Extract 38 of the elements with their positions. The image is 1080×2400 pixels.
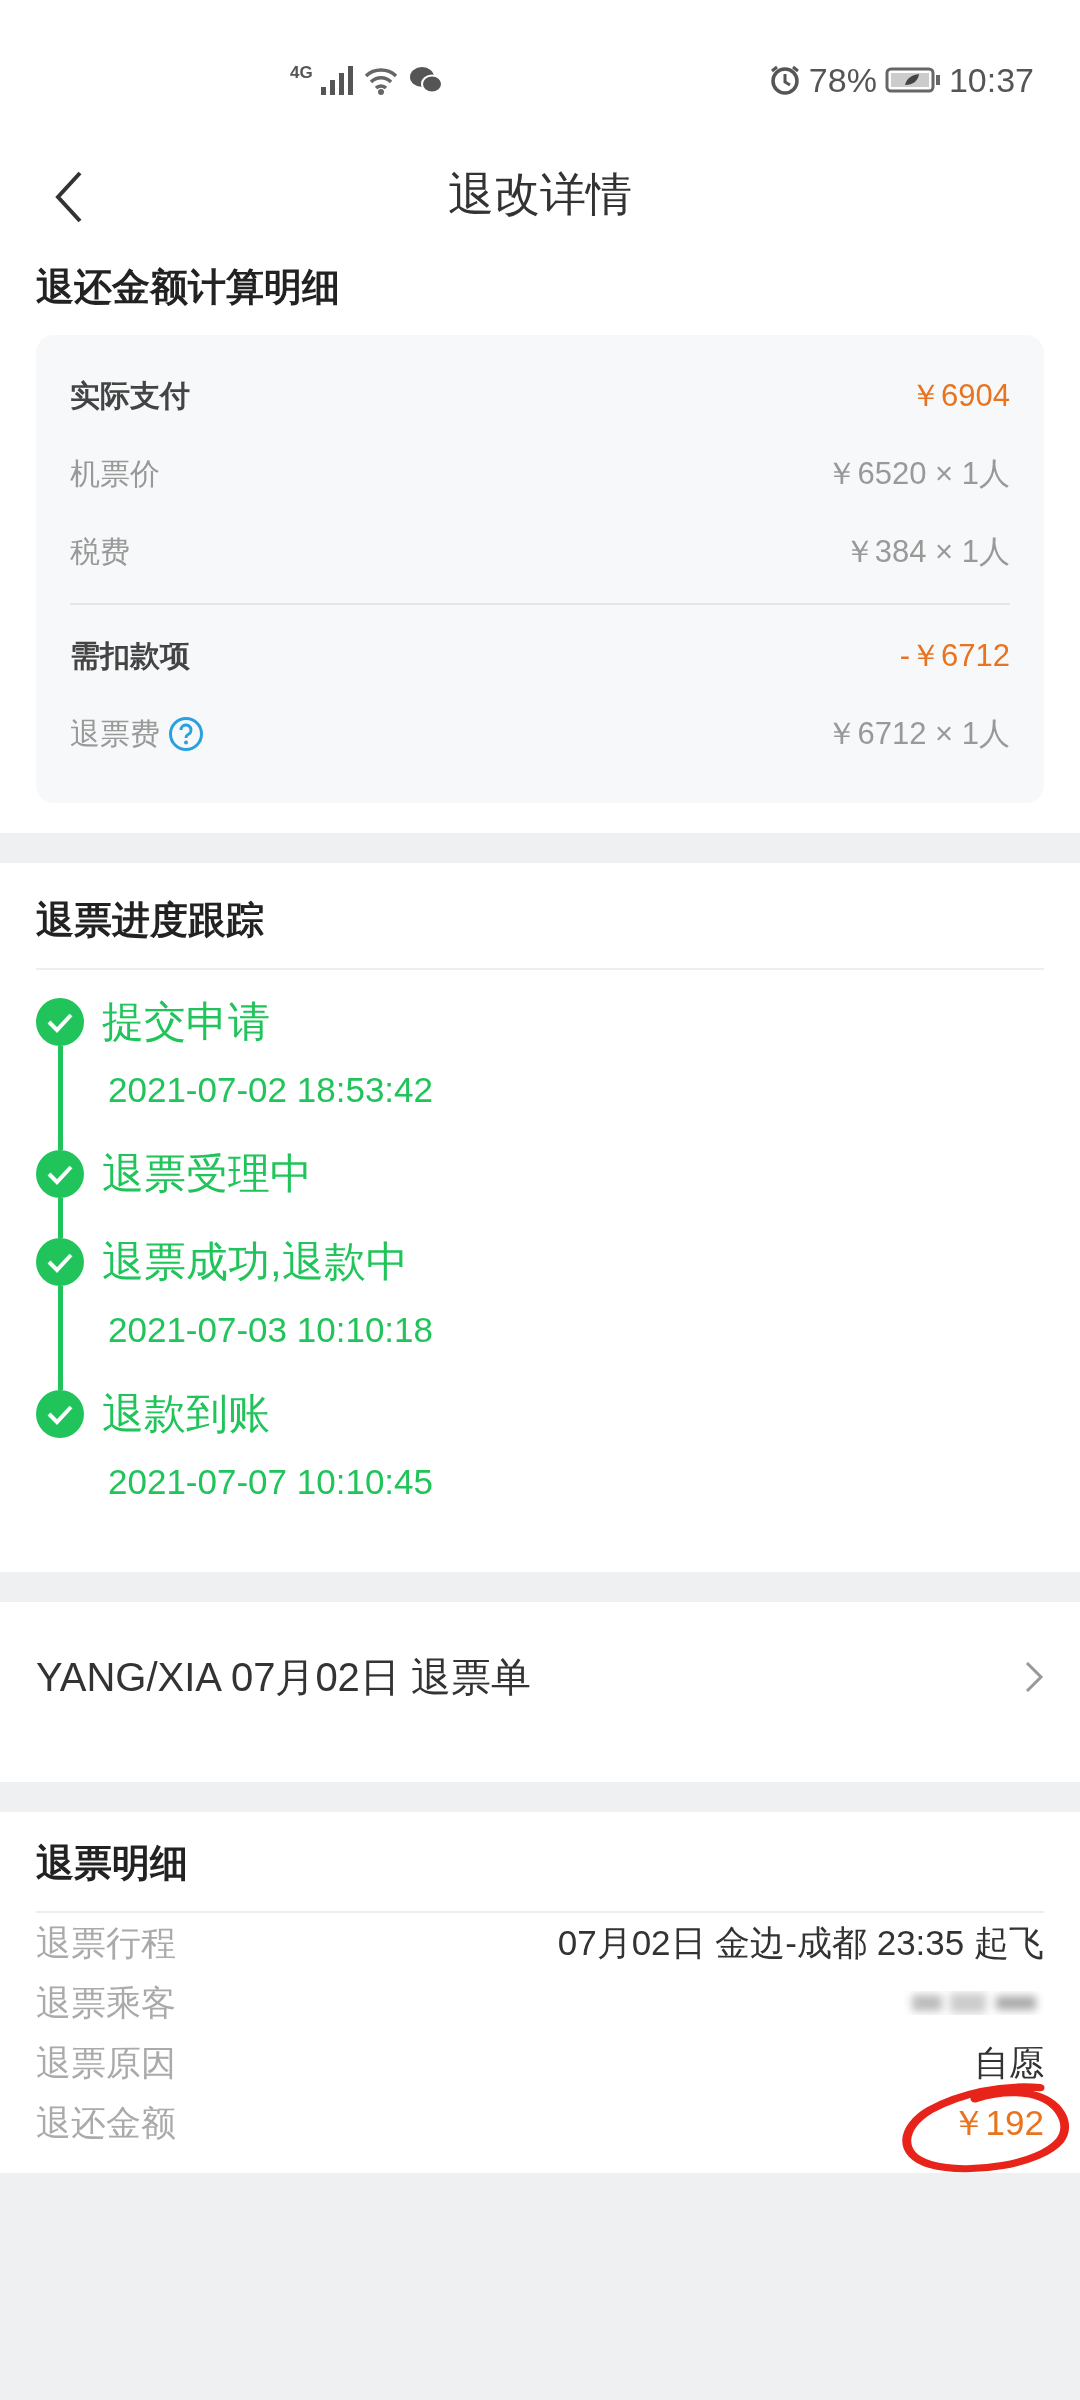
group-label: 需扣款项 — [70, 637, 190, 674]
detail-value: 07月02日 金边-成都 23:35 起飞 — [557, 1921, 1044, 1964]
item-value: ￥6520 × 1人 — [826, 455, 1010, 493]
clock-time: 10:37 — [948, 60, 1034, 100]
timeline-connector — [57, 1198, 63, 1238]
detail-label: 退还金额 — [36, 2101, 176, 2144]
section-title: 退票明细 — [36, 1841, 189, 1886]
battery-icon — [884, 66, 941, 94]
help-icon[interactable] — [168, 716, 204, 752]
section-title: 退还金额计算明细 — [36, 265, 341, 310]
step-title: 提交申请 — [102, 998, 271, 1046]
chevron-right-icon — [1024, 1660, 1044, 1694]
battery-percent: 78% — [808, 60, 877, 100]
item-label: 退票费 — [70, 715, 160, 752]
detail-value: 自愿 — [974, 2041, 1044, 2084]
step-title: 退款到账 — [102, 1390, 271, 1438]
group-amount: -￥6712 — [899, 637, 1010, 675]
refund-amount: ￥192 — [950, 2101, 1044, 2144]
step-title: 退票成功,退款中 — [102, 1238, 409, 1286]
section-title: 退票进度跟踪 — [36, 898, 265, 943]
step-time: 2021-07-07 10:10:45 — [108, 1462, 433, 1502]
alarm-icon — [768, 64, 801, 96]
group-label: 实际支付 — [70, 377, 190, 414]
detail-label: 退票原因 — [36, 2041, 176, 2084]
step-time: 2021-07-03 10:10:18 — [108, 1310, 433, 1350]
detail-label: 退票乘客 — [36, 1981, 176, 2024]
signal-icon — [320, 65, 355, 95]
group-amount: ￥6904 — [910, 377, 1010, 415]
item-value: ￥6712 × 1人 — [826, 715, 1010, 753]
network-type: 4G — [290, 63, 313, 83]
item-value: ￥384 × 1人 — [843, 533, 1010, 571]
chat-icon — [408, 65, 443, 95]
item-label: 机票价 — [70, 455, 160, 492]
item-label: 税费 — [70, 533, 130, 570]
detail-label: 退票行程 — [36, 1921, 176, 1964]
step-time: 2021-07-02 18:53:42 — [108, 1070, 433, 1110]
step-title: 退票受理中 — [102, 1150, 312, 1198]
page-title: 退改详情 — [448, 167, 632, 222]
